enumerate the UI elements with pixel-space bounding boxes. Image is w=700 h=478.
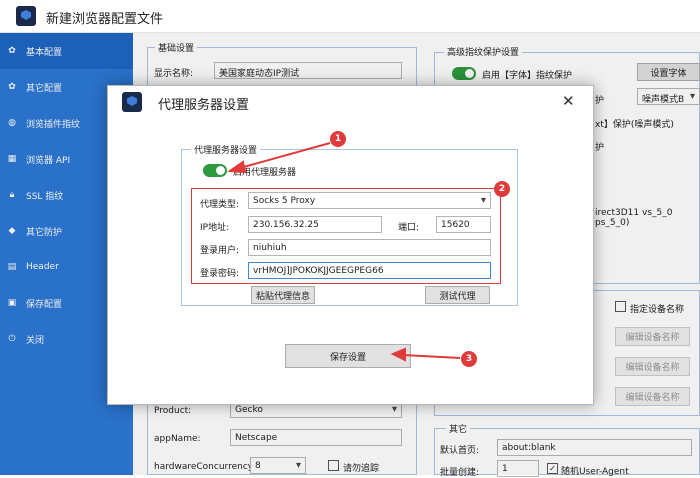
annotation-arrows <box>227 142 461 362</box>
arrow-1-head <box>227 160 247 174</box>
arrow-1-line <box>239 142 331 169</box>
annotation-badge-2: 2 <box>494 181 510 197</box>
arrow-3-head <box>390 347 406 362</box>
annotation-badge-3: 3 <box>461 351 477 367</box>
arrow-3-line <box>402 354 461 359</box>
annotation-badge-1: 1 <box>330 131 346 147</box>
